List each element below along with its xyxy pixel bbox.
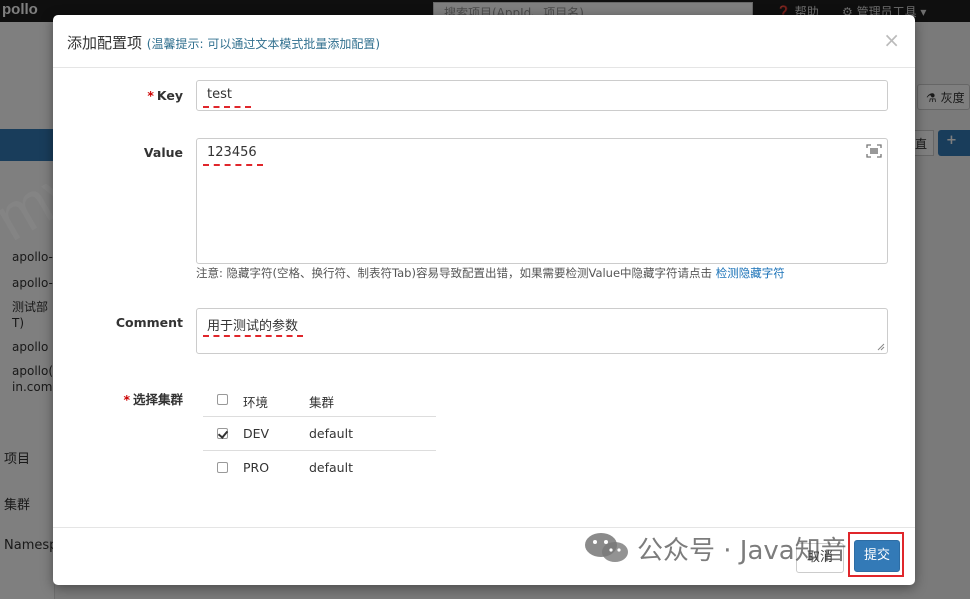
comment-textarea[interactable]: 用于测试的参数 xyxy=(196,308,888,354)
pro-checkbox[interactable] xyxy=(217,462,228,473)
fullscreen-icon[interactable] xyxy=(866,144,882,158)
add-config-modal: 添加配置项 (温馨提示: 可以通过文本模式批量添加配置) × * Key test… xyxy=(53,15,915,585)
dev-checkbox[interactable] xyxy=(217,428,228,439)
comment-annotation-underline xyxy=(203,335,303,337)
detect-hidden-chars-link[interactable]: 检测隐藏字符 xyxy=(716,266,785,280)
submit-button[interactable]: 提交 xyxy=(854,540,900,572)
cancel-button[interactable]: 取消 xyxy=(796,543,844,573)
key-input[interactable]: test xyxy=(196,80,888,111)
cluster-label: * 选择集群 xyxy=(123,392,183,407)
modal-header: 添加配置项 (温馨提示: 可以通过文本模式批量添加配置) × xyxy=(53,15,915,68)
modal-footer xyxy=(53,527,915,585)
cluster-header: 集群 xyxy=(309,395,335,410)
cluster-table: 环境 集群 DEV default PRO default xyxy=(203,383,436,485)
modal-title: 添加配置项 (温馨提示: 可以通过文本模式批量添加配置) xyxy=(67,34,381,52)
cluster-table-header: 环境 集群 xyxy=(203,383,436,417)
value-label: Value xyxy=(143,145,183,160)
env-header: 环境 xyxy=(243,395,269,410)
table-row[interactable]: PRO default xyxy=(203,451,436,485)
select-all-checkbox[interactable] xyxy=(217,394,228,405)
cluster-cell: default xyxy=(309,426,353,441)
resize-handle-icon[interactable] xyxy=(877,343,885,351)
close-icon[interactable]: × xyxy=(883,28,900,52)
hidden-char-notice: 注意: 隐藏字符(空格、换行符、制表符Tab)容易导致配置出错，如果需要检测Va… xyxy=(196,266,785,280)
value-textarea[interactable]: 123456 xyxy=(196,138,888,264)
cluster-cell: default xyxy=(309,460,353,475)
key-annotation-underline xyxy=(203,106,251,108)
env-cell: DEV xyxy=(243,426,270,441)
env-cell: PRO xyxy=(243,460,270,475)
modal-hint: (温馨提示: 可以通过文本模式批量添加配置) xyxy=(146,37,381,51)
comment-label: Comment xyxy=(115,315,183,330)
table-row[interactable]: DEV default xyxy=(203,417,436,451)
value-annotation-underline xyxy=(203,164,263,166)
key-label: * Key xyxy=(147,88,183,103)
